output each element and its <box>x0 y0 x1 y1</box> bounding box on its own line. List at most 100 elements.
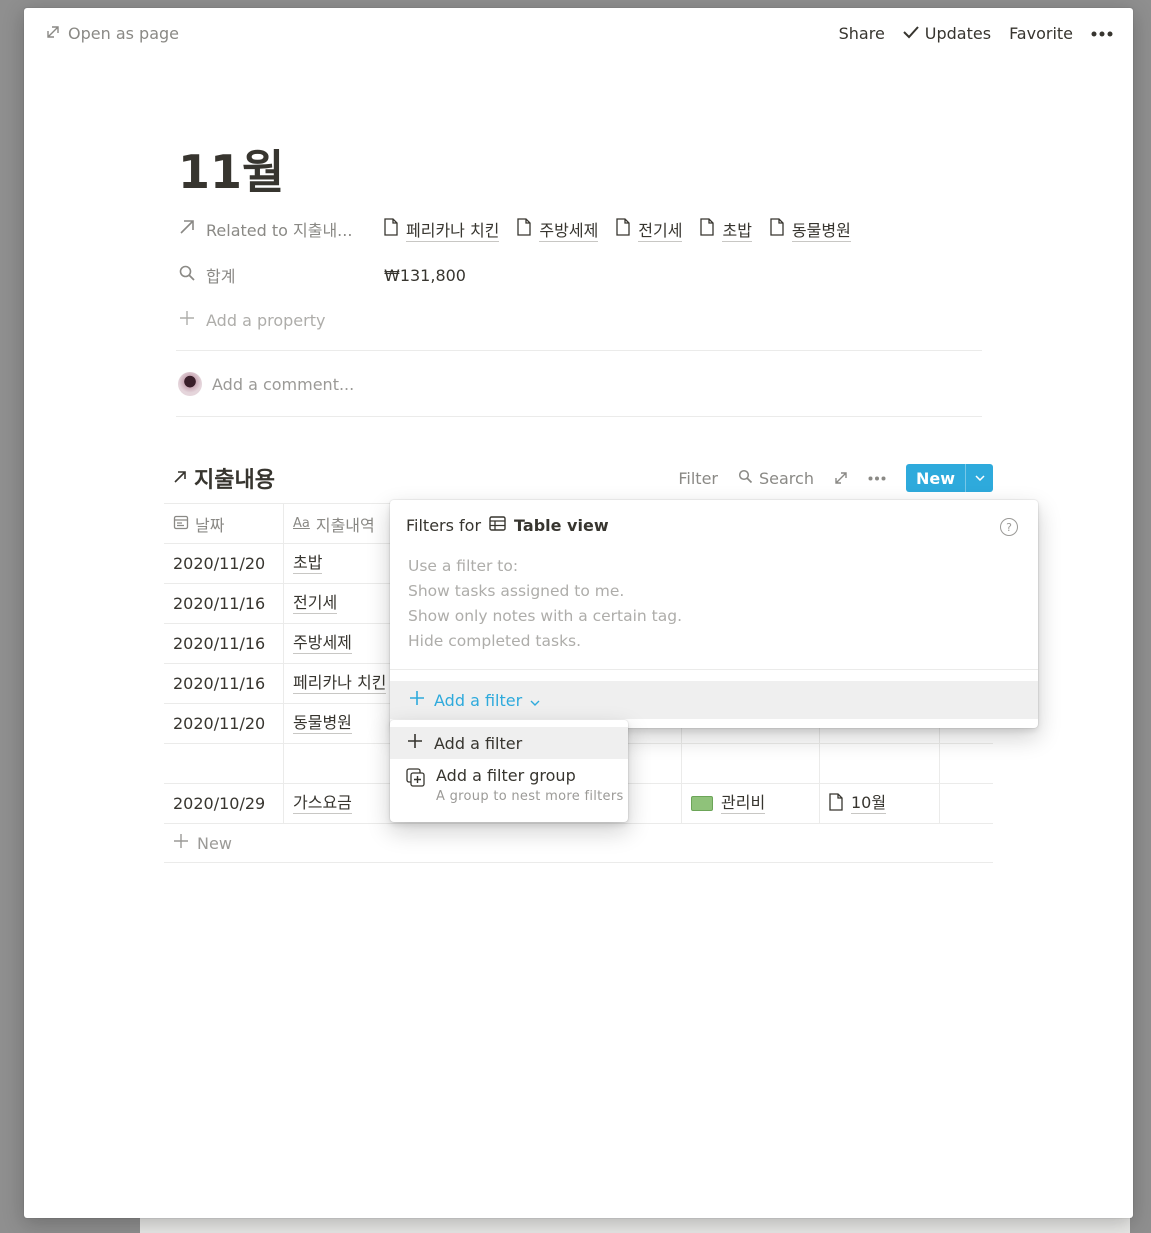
category-cell[interactable] <box>682 744 820 783</box>
column-header-date[interactable]: 날짜 <box>164 504 284 543</box>
more-options-icon[interactable] <box>1091 31 1113 37</box>
search-button[interactable]: Search <box>738 469 814 488</box>
month-title: 10월 <box>851 793 887 814</box>
check-icon <box>903 24 919 43</box>
month-cell[interactable]: 10월 <box>820 784 940 823</box>
database-more-icon[interactable] <box>868 476 886 481</box>
date-cell[interactable]: 2020/11/20 <box>164 704 284 743</box>
new-record-button[interactable]: New <box>905 464 993 492</box>
arrow-up-right-icon <box>178 218 196 240</box>
comment-input[interactable]: Add a comment... <box>178 372 354 396</box>
chevron-down-icon <box>530 691 540 710</box>
add-property: Add a property <box>178 309 325 331</box>
text-type-icon: Aa <box>293 516 310 531</box>
item-title: 주방세제 <box>293 633 352 654</box>
page-icon <box>517 218 532 240</box>
new-label: New <box>915 468 955 488</box>
property-related-name[interactable]: Related to 지출내... <box>178 217 384 241</box>
filter-popup-title: Filters for <box>406 516 482 535</box>
add-property-label: Add a property <box>206 310 326 330</box>
search-icon <box>178 264 196 286</box>
related-page-link[interactable]: 주방세제 <box>517 217 599 242</box>
month-cell[interactable] <box>820 744 940 783</box>
share-button[interactable]: Share <box>839 24 885 43</box>
page-icon <box>700 218 715 240</box>
menu-item-description: A group to nest more filters <box>436 789 624 804</box>
share-label: Share <box>838 24 885 43</box>
related-page-link[interactable]: 동물병원 <box>770 217 851 242</box>
database-title-label: 지출내용 <box>194 468 275 493</box>
filter-button[interactable]: Filter <box>678 469 718 488</box>
help-icon[interactable]: ? <box>1000 518 1018 536</box>
date-cell[interactable]: 2020/10/29 <box>164 784 284 823</box>
item-title: 페리카나 치킨 <box>293 673 387 694</box>
property-sum-name[interactable]: 합계 <box>178 263 384 287</box>
extra-cell[interactable] <box>940 784 993 823</box>
peek-page: Open as page Share Updates Favorite 11월 … <box>24 8 1133 1218</box>
menu-item-text: Add a filter group A group to nest more … <box>436 766 624 804</box>
filter-hint: Hide completed tasks. <box>408 632 582 650</box>
date-cell[interactable]: 2020/11/20 <box>164 544 284 583</box>
filter-group-icon <box>406 768 426 792</box>
property-related-value[interactable]: 페리카나 치킨 주방세제 전기세 초밥 동물병원 <box>384 217 851 242</box>
page-title[interactable]: 11월 <box>178 136 284 202</box>
avatar <box>178 372 202 396</box>
filter-popup: Filters for Table view ? Use a filter to… <box>390 500 1038 728</box>
related-page-link[interactable]: 전기세 <box>616 217 683 242</box>
calendar-icon <box>173 514 189 534</box>
category-cell[interactable]: 관리비 <box>682 784 820 823</box>
property-sum-label: 합계 <box>206 267 236 286</box>
open-as-page-button[interactable]: Open as page <box>46 24 179 43</box>
date-cell[interactable]: 2020/11/16 <box>164 664 284 703</box>
property-sum: 합계 ₩131,800 <box>178 258 984 292</box>
date-cell[interactable]: 2020/11/16 <box>164 624 284 663</box>
updates-label: Updates <box>924 24 992 43</box>
filter-label: Filter <box>678 468 718 488</box>
plus-icon <box>408 689 426 711</box>
related-page-link[interactable]: 페리카나 치킨 <box>384 217 500 242</box>
expand-icon[interactable] <box>834 471 848 485</box>
database-header: 지출내용 Filter Search New <box>172 458 993 498</box>
item-title: 동물병원 <box>293 713 352 734</box>
plus-icon <box>178 309 196 331</box>
arrow-up-right-icon <box>172 466 188 491</box>
comment-placeholder: Add a comment... <box>212 374 355 394</box>
filter-hint: Show only notes with a certain tag. <box>408 607 683 625</box>
date-cell[interactable]: 2020/11/16 <box>164 584 284 623</box>
property-related-label: Related to 지출내... <box>206 221 353 240</box>
top-actions: Share Updates Favorite <box>839 24 1113 43</box>
related-page-title: 전기세 <box>638 217 683 242</box>
favorite-button[interactable]: Favorite <box>1009 24 1073 43</box>
related-page-title: 주방세제 <box>539 217 599 242</box>
filter-hint: Use a filter to: <box>408 557 519 575</box>
chevron-down-icon[interactable] <box>965 464 993 492</box>
menu-item-add-filter-group[interactable]: Add a filter group A group to nest more … <box>390 766 628 816</box>
page-icon <box>829 792 843 815</box>
property-sum-value[interactable]: ₩131,800 <box>384 266 466 285</box>
database-title[interactable]: 지출내용 <box>172 462 275 494</box>
add-filter-menu: Add a filter Add a filter group A group … <box>390 720 628 822</box>
favorite-label: Favorite <box>1009 24 1073 43</box>
related-page-title: 페리카나 치킨 <box>406 217 500 242</box>
menu-item-add-filter[interactable]: Add a filter <box>390 727 628 759</box>
updates-button[interactable]: Updates <box>903 24 991 43</box>
item-title: 전기세 <box>293 593 338 614</box>
add-property-button[interactable]: Add a property <box>178 303 984 337</box>
plus-icon <box>173 833 189 853</box>
money-icon <box>691 796 713 811</box>
item-title: 가스요금 <box>293 793 352 814</box>
table-icon <box>489 516 506 535</box>
add-filter-button[interactable]: Add a filter <box>390 681 1038 719</box>
item-title: 초밥 <box>293 553 323 574</box>
filter-hints: Use a filter to: Show tasks assigned to … <box>408 554 682 654</box>
date-cell[interactable] <box>164 744 284 783</box>
related-page-link[interactable]: 초밥 <box>700 217 752 242</box>
top-bar: Open as page Share Updates Favorite <box>24 8 1133 64</box>
divider <box>390 669 1038 670</box>
category-title: 관리비 <box>721 793 766 814</box>
extra-cell[interactable] <box>940 744 993 783</box>
filter-popup-header: Filters for Table view <box>406 516 609 535</box>
menu-item-label: Add a filter group <box>436 766 576 785</box>
add-row-button[interactable]: New <box>164 824 993 863</box>
divider <box>176 416 982 417</box>
